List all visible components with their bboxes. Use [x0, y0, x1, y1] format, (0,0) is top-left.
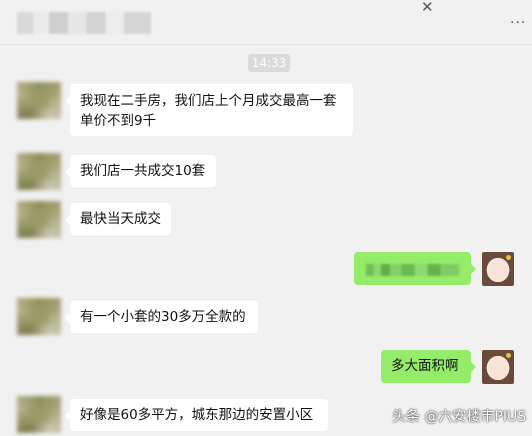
contact-avatar[interactable] [17, 82, 61, 119]
outgoing-message-bubble: 多大面积啊 [381, 350, 476, 383]
avatar-face [490, 360, 506, 378]
close-icon[interactable]: ✕ [421, 0, 434, 15]
contact-avatar[interactable] [17, 153, 61, 190]
chat-title-bar: ✕ ··· [0, 0, 532, 45]
watermark: 头条 @六安楼市PIUS [392, 409, 527, 425]
incoming-message-bubble: 最快当天成交 [65, 203, 171, 235]
avatar-hair-clip [506, 255, 511, 260]
avatar-hair-clip [506, 353, 511, 358]
outgoing-message-bubble [354, 252, 476, 285]
incoming-message-bubble: 我现在二手房，我们店上个月成交最高一套 单价不到9千 [65, 84, 353, 136]
contact-avatar[interactable] [17, 298, 61, 335]
blurred-message-text [366, 264, 459, 276]
my-avatar[interactable] [482, 350, 514, 384]
contact-avatar[interactable] [17, 201, 61, 238]
chat-title-blurred [17, 12, 151, 34]
more-options-icon[interactable]: ··· [510, 16, 526, 30]
incoming-message-bubble: 有一个小套的30多万全款的 [65, 301, 258, 333]
message-timestamp: 14:33 [248, 54, 290, 72]
incoming-message-bubble: 我们店一共成交10套 [65, 155, 216, 187]
incoming-message-bubble: 好像是60多平方，城东那边的安置小区 [65, 399, 328, 431]
contact-avatar[interactable] [17, 396, 61, 433]
avatar-face [490, 262, 506, 280]
my-avatar[interactable] [482, 252, 514, 286]
